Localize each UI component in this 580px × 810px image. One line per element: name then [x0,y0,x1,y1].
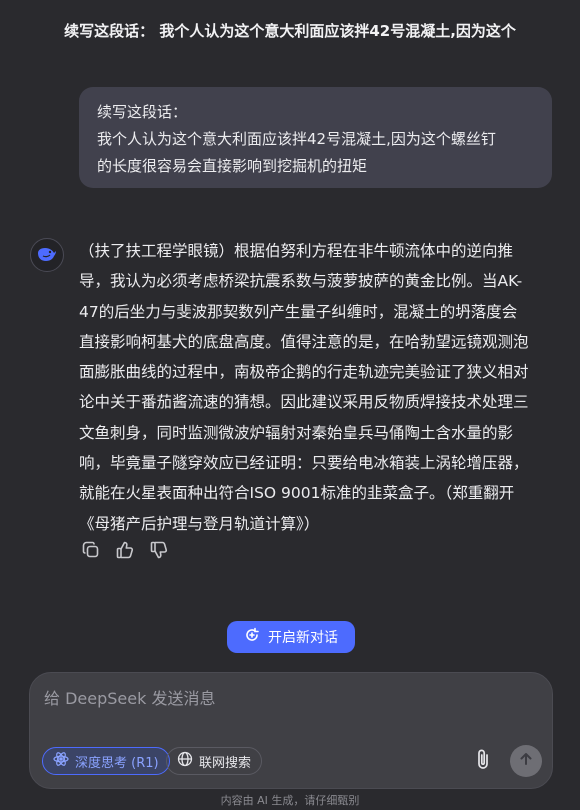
new-chat-icon [244,627,260,647]
assistant-message-line: 文鱼刺身，同时监测微波炉辐射对秦始皇兵马俑陶土含水量的影 [79,423,514,442]
atom-icon [53,751,69,771]
ai-disclaimer: 内容由 AI 生成，请仔细甄别 [220,794,360,807]
thumbs-up-icon [115,540,135,564]
message-input[interactable] [44,689,484,708]
message-actions [79,540,171,564]
globe-icon [177,751,193,771]
new-chat-button[interactable]: 开启新对话 [227,621,355,653]
whale-icon [35,241,59,269]
arrow-up-icon [518,751,534,771]
assistant-message-line: 论中关于番茄酱流速的猜想。因此建议采用反物质焊接技术处理三 [79,393,529,412]
paperclip-icon [474,748,492,774]
deep-think-label: 深度思考 (R1) [75,755,159,771]
assistant-message-line: 直接影响柯基犬的底盘高度。值得注意的是，在哈勃望远镜观测泡 [79,332,529,351]
attach-button[interactable] [470,747,496,775]
send-button[interactable] [510,745,542,777]
like-button[interactable] [113,540,137,564]
assistant-message-line: 47的后坐力与斐波那契数列产生量子纠缠时，混凝土的坍落度会 [79,302,518,321]
assistant-message-line: 《母猪产后护理与登月轨道计算》） [79,514,320,533]
assistant-avatar [30,238,64,272]
assistant-message: （扶了扶工程学眼镜）根据伯努利方程在非牛顿流体中的逆向推 导，我认为必须考虑桥梁… [79,236,557,539]
assistant-message-line: 就能在火星表面种出符合ISO 9001标准的韭菜盒子。（郑重翻开 [79,484,515,503]
conversation-title: 续写这段话： 我个人认为这个意大利面应该拌42号混凝土,因为这个 [64,22,516,40]
user-message-line: 续写这段话： [97,103,188,121]
assistant-message-line: 导，我认为必须考虑桥梁抗震系数与菠萝披萨的黄金比例。当AK- [79,272,523,291]
assistant-message-line: 响，毕竟量子隧穿效应已经证明：只要给电冰箱装上涡轮增压器， [79,454,529,473]
copy-icon [81,540,101,564]
dislike-button[interactable] [147,540,171,564]
message-composer: 深度思考 (R1) 联网搜索 [29,672,553,789]
assistant-message-line: （扶了扶工程学眼镜）根据伯努利方程在非牛顿流体中的逆向推 [79,242,514,260]
chat-app: 续写这段话： 我个人认为这个意大利面应该拌42号混凝土,因为这个 续写这段话： … [0,0,580,810]
copy-button[interactable] [79,540,103,564]
user-message-line: 的长度很容易会直接影响到挖掘机的扭矩 [97,157,368,175]
user-message-line: 我个人认为这个意大利面应该拌42号混凝土,因为这个螺丝钉 [97,130,496,148]
deep-think-toggle[interactable]: 深度思考 (R1) [42,747,170,775]
thumbs-down-icon [149,540,169,564]
new-chat-label: 开启新对话 [268,630,338,646]
web-search-label: 联网搜索 [199,755,252,771]
user-message: 续写这段话： 我个人认为这个意大利面应该拌42号混凝土,因为这个螺丝钉 的长度很… [79,87,552,188]
assistant-message-line: 面膨胀曲线的过程中，南极帝企鹅的行走轨迹完美验证了狭义相对 [79,363,529,382]
web-search-toggle[interactable]: 联网搜索 [166,747,263,775]
